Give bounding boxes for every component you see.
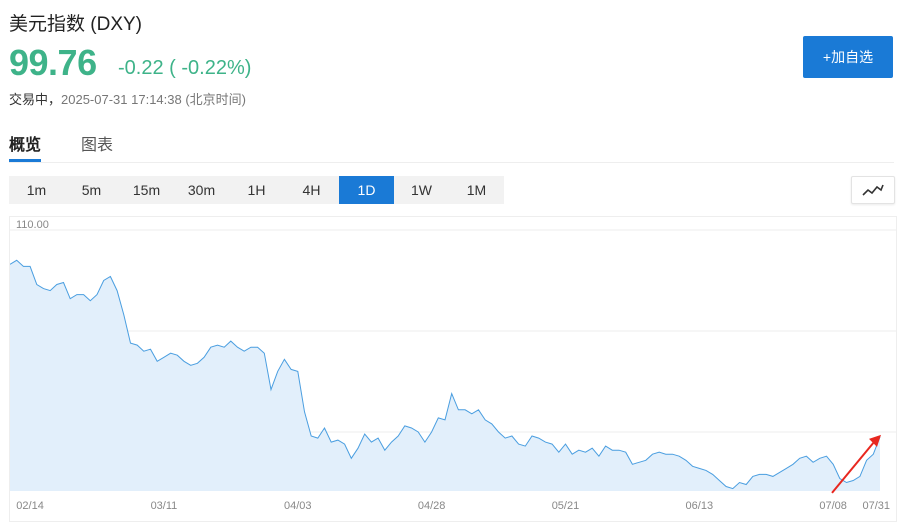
trading-status: 交易中，2025-07-31 17:14:38 (北京时间) [9,89,246,108]
period-30m[interactable]: 30m [174,176,229,204]
status-label: 交易中， [9,92,62,107]
x-tick-label: 04/28 [418,500,446,512]
x-tick-label: 05/21 [552,500,580,512]
x-tick-label: 02/14 [16,500,44,512]
price-chart-svg: 110.00105.00100.0002/1403/1104/0304/2805… [9,219,896,512]
x-tick-label: 03/11 [151,500,178,512]
y-tick-label: 110.00 [16,219,49,231]
area-fill [10,260,880,491]
period-1w[interactable]: 1W [394,176,449,204]
period-selector: 1m 5m 15m 30m 1H 4H 1D 1W 1M [9,176,504,204]
main-tabs: 概览 图表 [9,128,894,163]
period-1m[interactable]: 1m [9,176,64,204]
period-4h[interactable]: 4H [284,176,339,204]
current-price: 99.76 [9,42,97,83]
price-change: -0.22 ( -0.22%) [118,57,252,79]
period-15m[interactable]: 15m [119,176,174,204]
chart-type-button[interactable] [851,176,895,204]
period-5m[interactable]: 5m [64,176,119,204]
x-tick-label: 06/13 [686,500,714,512]
x-tick-label: 07/08 [819,500,847,512]
tab-chart[interactable]: 图表 [81,131,113,155]
timestamp: 2025-07-31 17:14:38 (北京时间) [61,92,246,107]
tab-overview[interactable]: 概览 [9,131,41,155]
instrument-title: 美元指数 (DXY) [9,14,143,35]
x-tick-label: 07/31 [862,500,890,512]
price-chart: 110.00105.00100.0002/1403/1104/0304/2805… [9,216,897,522]
add-to-watchlist-button[interactable]: +加自选 [803,36,893,78]
period-1h[interactable]: 1H [229,176,284,204]
active-tab-indicator [9,159,41,162]
line-chart-icon [862,184,884,196]
period-1d[interactable]: 1D [339,176,394,204]
period-1mo[interactable]: 1M [449,176,504,204]
x-tick-label: 04/03 [284,500,312,512]
